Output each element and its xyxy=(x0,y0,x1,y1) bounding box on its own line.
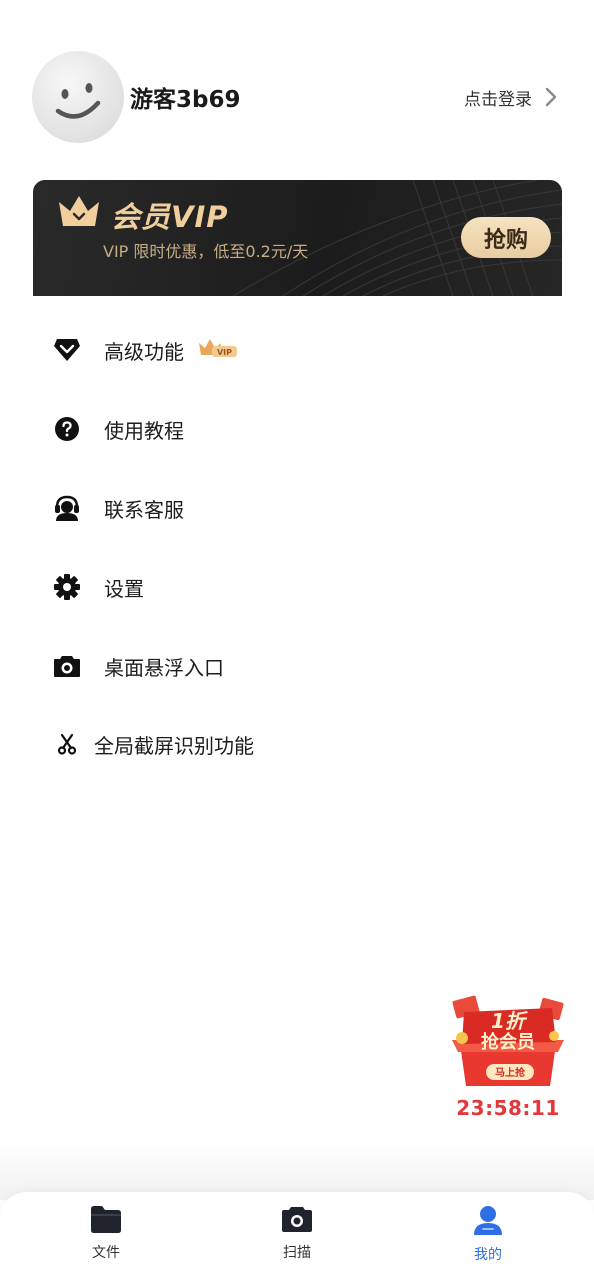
vip-subtitle: VIP 限时优惠，低至0.2元/天 xyxy=(103,242,309,261)
promo-countdown: 23:58:11 xyxy=(456,1096,560,1120)
camera-icon xyxy=(282,1207,312,1232)
vip-crown-badge-icon: VIP xyxy=(199,339,237,357)
menu-item-label: 桌面悬浮入口 xyxy=(104,655,224,680)
menu-item-label: 全局截屏识别功能 xyxy=(94,733,254,758)
promo-button: 马上抢 xyxy=(495,1066,526,1079)
promo-headline: 抢会员 xyxy=(481,1031,535,1053)
camera-icon xyxy=(54,656,80,677)
diamond-icon xyxy=(54,339,80,361)
nav-tab-label: 扫描 xyxy=(283,1245,311,1261)
menu-item-label: 联系客服 xyxy=(104,497,184,522)
chevron-right-icon xyxy=(545,87,557,107)
menu-item-label: 使用教程 xyxy=(104,418,184,443)
menu-item-label: 设置 xyxy=(104,576,144,601)
smiley-face-icon xyxy=(55,83,101,119)
username: 游客3b69 xyxy=(130,87,241,113)
bottom-fade xyxy=(0,1140,594,1200)
avatar[interactable] xyxy=(32,51,124,143)
nav-tab-files[interactable]: 文件 xyxy=(46,1204,166,1274)
nav-tab-mine[interactable]: 我的 xyxy=(428,1204,548,1274)
crown-icon xyxy=(59,196,99,226)
vip-badge-text: VIP xyxy=(217,348,232,357)
promo-widget[interactable]: 1折 抢会员 马上抢 23:58:11 xyxy=(446,990,570,1120)
vip-buy-button[interactable]: 抢购 xyxy=(461,217,551,258)
help-circle-icon xyxy=(55,417,79,441)
nav-tab-label: 我的 xyxy=(474,1247,502,1263)
menu-item-global-screenshot[interactable]: 全局截屏识别功能 xyxy=(50,714,550,774)
nav-tab-scan[interactable]: 扫描 xyxy=(237,1204,357,1274)
menu-item-label: 高级功能 xyxy=(104,339,184,364)
menu-item-floating-entry[interactable]: 桌面悬浮入口 xyxy=(50,636,550,696)
vip-banner[interactable]: 会员VIP VIP 限时优惠，低至0.2元/天 抢购 xyxy=(33,180,562,296)
promo-discount: 1折 xyxy=(491,1009,528,1033)
login-link[interactable]: 点击登录 xyxy=(464,85,558,110)
vip-badge: VIP xyxy=(198,337,238,363)
menu-item-settings[interactable]: 设置 xyxy=(50,557,550,617)
profile-header: 游客3b69 点击登录 xyxy=(32,50,558,144)
promo-gift-icon: 1折 抢会员 马上抢 xyxy=(452,995,564,1086)
bottom-navigation: 文件 扫描 我的 xyxy=(0,1192,594,1280)
scissors-icon xyxy=(57,733,77,755)
customer-service-icon xyxy=(55,495,79,521)
login-label: 点击登录 xyxy=(464,89,532,110)
gear-icon xyxy=(54,574,80,600)
menu-item-tutorial[interactable]: 使用教程 xyxy=(50,399,550,459)
vip-title: 会员VIP xyxy=(111,200,229,234)
menu-item-advanced-features[interactable]: 高级功能 VIP xyxy=(50,320,550,380)
menu-item-customer-service[interactable]: 联系客服 xyxy=(50,478,550,538)
folder-icon xyxy=(91,1206,121,1233)
user-icon xyxy=(474,1206,502,1235)
nav-tab-label: 文件 xyxy=(92,1245,120,1261)
